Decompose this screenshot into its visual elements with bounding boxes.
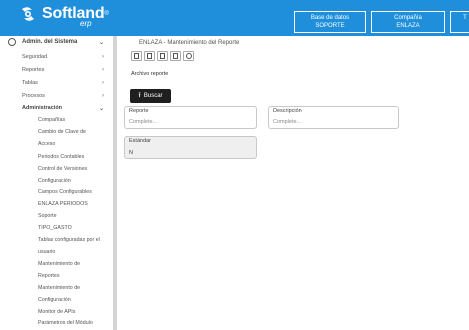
estandar-label: Estándar [129, 138, 152, 144]
sidebar-subitem[interactable]: TIPO_GASTO [38, 222, 110, 234]
trash-icon [147, 53, 152, 59]
softland-logo-icon [22, 7, 34, 21]
sidebar-item-procesos[interactable]: Procesos › [22, 93, 108, 99]
document-icon [160, 53, 165, 59]
sidebar-subitem[interactable]: Mantenimiento de [38, 282, 110, 294]
database-button[interactable]: Base de datos SOPORTE [294, 11, 366, 33]
save-button[interactable] [131, 51, 142, 61]
brand-name: Softland [42, 5, 105, 22]
sidebar-item-label: Tablas [22, 80, 38, 86]
sidebar-subitem[interactable]: Control de Versiones [38, 163, 110, 175]
copy-icon [173, 53, 178, 59]
breadcrumb: ENLAZA - Mantenimiento del Reporte [139, 40, 240, 46]
sidebar-subitem[interactable]: Parámetros del Módulo [38, 317, 110, 329]
third-header-label: T [463, 15, 467, 21]
sidebar-subitem[interactable]: Mantenimiento de [38, 258, 110, 270]
softland-logo[interactable]: Softland ® [18, 5, 109, 23]
chevron-down-icon: ⌄ [98, 39, 104, 46]
save-icon [134, 53, 139, 59]
sidebar-item-tablas[interactable]: Tablas › [22, 80, 108, 86]
database-label: Base de datos [310, 15, 350, 21]
sidebar-item-label: Seguridad [22, 54, 48, 60]
sidebar-subitem[interactable]: Acceso [38, 138, 110, 150]
sidebar-subitem[interactable]: Tablas configuradas por el [38, 234, 110, 246]
database-value: SOPORTE [315, 23, 345, 29]
sidebar-item-administracion[interactable]: Administración ⌄ [22, 105, 108, 112]
info-button[interactable] [183, 51, 194, 61]
buscar-label: Buscar [143, 93, 163, 99]
brand-sub: erp [80, 19, 92, 28]
sidebar-item-reportes[interactable]: Reportes › [22, 67, 108, 73]
archivo-reporte-label: Archivo reporte [131, 71, 169, 77]
new-document-button[interactable] [157, 51, 168, 61]
descripcion-label: Descripción [273, 108, 302, 114]
company-label: Compañía [394, 15, 422, 21]
descripcion-placeholder: Complete... [273, 119, 302, 125]
copy-button[interactable] [170, 51, 181, 61]
sidebar-section-label: Admin. del Sistema [22, 39, 78, 45]
sidebar-subitem[interactable]: Compañías [38, 114, 110, 126]
sidebar-section-header[interactable]: Admin. del Sistema ⌄ [8, 37, 108, 47]
sidebar: Admin. del Sistema ⌄ Seguridad › Reporte… [0, 36, 116, 330]
delete-button[interactable] [144, 51, 155, 61]
toolbar [131, 51, 196, 61]
reporte-label: Reporte [129, 108, 149, 114]
reporte-field[interactable]: Reporte Complete... [124, 106, 257, 129]
sidebar-subitem[interactable]: ENLAZA PERIODOS [38, 198, 110, 210]
upload-icon: ⭱ [138, 91, 141, 99]
company-button[interactable]: Compañía ENLAZA [371, 11, 445, 33]
estandar-value: N [129, 150, 133, 156]
sidebar-subitem[interactable]: Soporte [38, 210, 110, 222]
chevron-right-icon: › [102, 80, 104, 86]
chevron-right-icon: › [102, 54, 104, 60]
buscar-button[interactable]: ⭱ Buscar [130, 89, 171, 103]
sidebar-item-seguridad[interactable]: Seguridad › [22, 54, 108, 60]
chevron-right-icon: › [102, 67, 104, 73]
sidebar-subitem[interactable]: usuario [38, 246, 110, 258]
sidebar-item-label: Procesos [22, 93, 45, 99]
chevron-right-icon: › [102, 93, 104, 99]
sidebar-subitem[interactable]: Campos Configurables [38, 186, 110, 198]
brand-tm: ® [104, 11, 109, 17]
company-value: ENLAZA [396, 23, 420, 29]
top-bar: Softland ® erp Base de datos SOPORTE Com… [0, 0, 469, 36]
chevron-down-icon: ⌄ [98, 106, 104, 112]
third-header-button[interactable]: T [450, 11, 469, 33]
reporte-placeholder: Complete... [129, 119, 158, 125]
estandar-field: Estándar N [124, 136, 257, 159]
sidebar-subitem[interactable]: Cambio de Clave de [38, 126, 110, 138]
sidebar-subitem[interactable]: Configuración [38, 294, 110, 306]
sidebar-subitem[interactable]: Periodos Contables [38, 151, 110, 163]
gear-icon [8, 38, 16, 46]
main-content: ENLAZA - Mantenimiento del Reporte Archi… [117, 36, 469, 330]
info-icon [186, 53, 192, 59]
descripcion-field[interactable]: Descripción Complete... [268, 106, 399, 129]
sidebar-subitem[interactable]: Reportes [38, 270, 110, 282]
sidebar-item-label: Administración [22, 105, 63, 111]
sidebar-item-label: Reportes [22, 67, 45, 73]
